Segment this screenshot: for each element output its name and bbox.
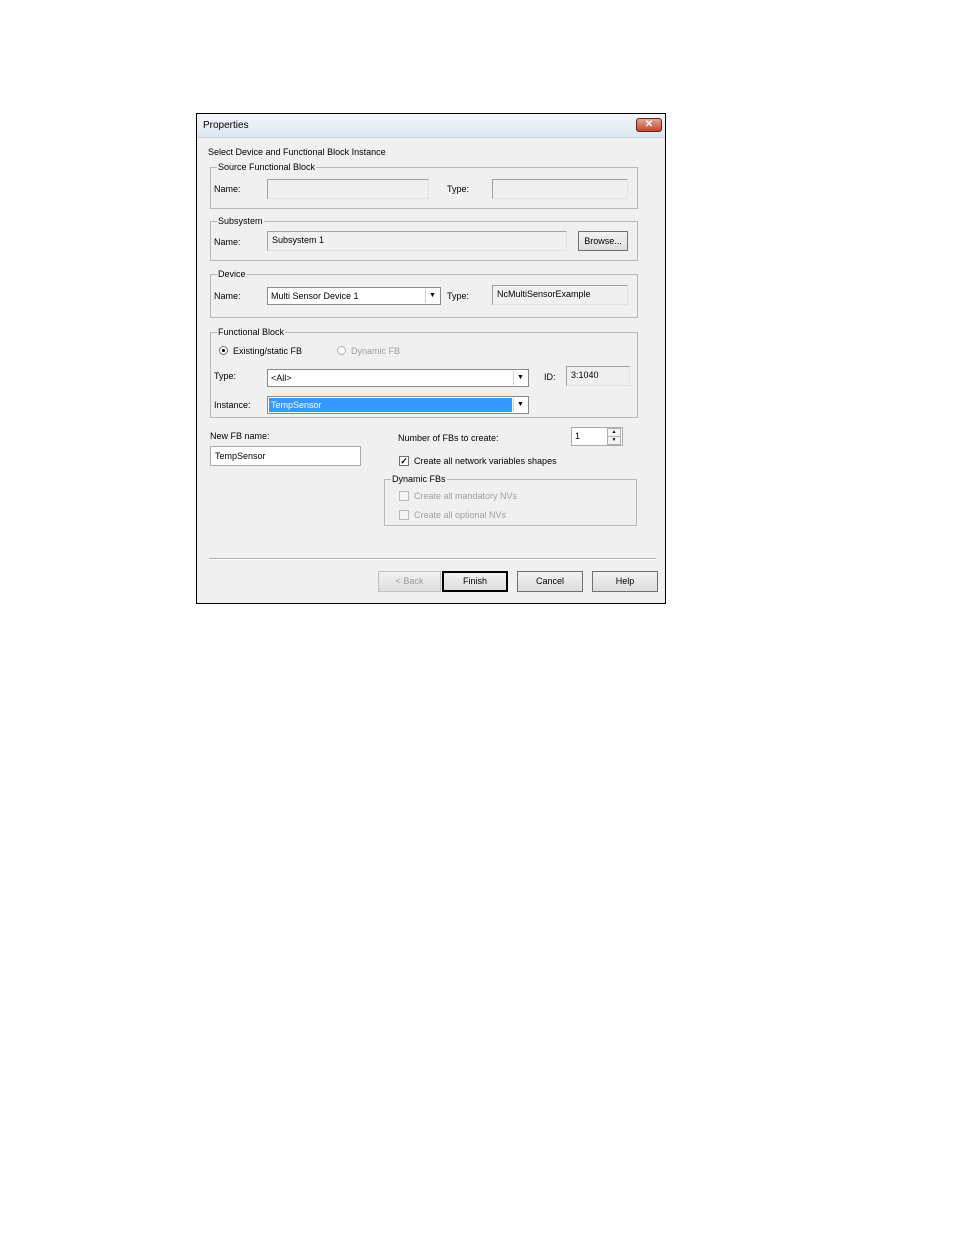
new-fb-name-label: New FB name: [210,431,270,441]
create-nv-shapes-checkbox[interactable]: ✓ [399,456,409,466]
source-fb-group: Source Functional Block Name: Type: [210,161,638,209]
chevron-down-icon[interactable]: ▼ [513,398,527,412]
mandatory-nvs-checkbox[interactable] [399,491,409,501]
source-fb-name-field [267,179,429,199]
device-group: Device Name: Multi Sensor Device 1 ▼ Typ… [210,268,638,318]
create-nv-shapes-label[interactable]: Create all network variables shapes [414,456,557,466]
functional-block-legend: Functional Block [217,326,286,338]
source-fb-type-field [492,179,628,199]
instance-label: Instance: [214,400,251,410]
existing-fb-label[interactable]: Existing/static FB [233,346,302,356]
optional-nvs-label[interactable]: Create all optional NVs [414,510,506,520]
functional-block-group: Functional Block Existing/static FB Dyna… [210,326,638,418]
device-name-value: Multi Sensor Device 1 [271,291,359,301]
instance-value: TempSensor [269,398,512,412]
window-title: Properties [203,120,249,131]
dynamic-fb-radio[interactable] [337,346,346,355]
dynamic-fb-label[interactable]: Dynamic FB [351,346,400,356]
dynamic-fbs-group: Dynamic FBs Create all mandatory NVs Cre… [384,473,637,526]
browse-button[interactable]: Browse... [578,231,628,251]
properties-dialog: Properties ✕ Select Device and Functiona… [196,113,666,604]
finish-button[interactable]: Finish [442,571,508,592]
subsystem-name-field: Subsystem 1 [267,231,567,251]
fb-count-value: 1 [575,431,581,441]
chevron-down-icon[interactable]: ▼ [425,289,439,303]
chevron-down-icon[interactable]: ▼ [513,371,527,385]
help-button[interactable]: Help [592,571,658,592]
fb-id-field: 3:1040 [566,366,630,386]
new-fb-name-input[interactable]: TempSensor [210,446,361,466]
device-legend: Device [217,268,247,280]
existing-fb-radio[interactable] [219,346,228,355]
device-type-label: Type: [447,291,470,301]
fb-type-value: <All> [271,373,292,383]
title-bar[interactable]: Properties ✕ [197,114,665,138]
instruction-text: Select Device and Functional Block Insta… [208,147,386,157]
back-button[interactable]: < Back [378,571,441,592]
fb-count-label: Number of FBs to create: [398,433,499,443]
fb-type-label: Type: [214,371,237,381]
source-fb-legend: Source Functional Block [217,161,317,173]
source-fb-name-label: Name: [214,184,241,194]
subsystem-name-label: Name: [214,237,241,247]
optional-nvs-checkbox[interactable] [399,510,409,520]
spin-down-icon[interactable]: ▼ [607,436,621,445]
subsystem-group: Subsystem Name: Subsystem 1 Browse... [210,215,638,261]
close-icon[interactable]: ✕ [636,118,662,132]
device-name-label: Name: [214,291,241,301]
subsystem-legend: Subsystem [217,215,264,227]
footer-separator [209,558,656,560]
fb-type-dropdown[interactable]: <All> ▼ [267,369,529,387]
device-name-dropdown[interactable]: Multi Sensor Device 1 ▼ [267,287,441,305]
instance-dropdown[interactable]: TempSensor ▼ [267,396,529,414]
source-fb-type-label: Type: [447,184,470,194]
cancel-button[interactable]: Cancel [517,571,583,592]
fb-id-label: ID: [544,372,556,382]
device-type-field: NcMultiSensorExample [492,285,628,305]
mandatory-nvs-label[interactable]: Create all mandatory NVs [414,491,517,501]
fb-count-stepper[interactable]: 1 ▲ ▼ [571,427,623,446]
dynamic-fbs-legend: Dynamic FBs [391,473,447,485]
